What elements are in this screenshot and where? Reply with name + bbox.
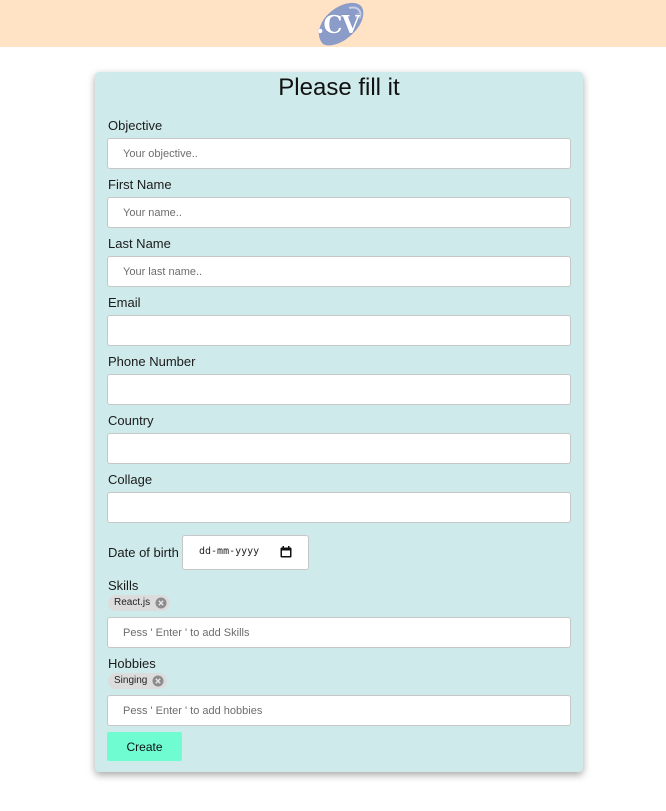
hobby-tag: Singing	[108, 673, 168, 689]
phone-label: Phone Number	[108, 354, 196, 369]
form-body: Please fill it Objective First Name Last…	[95, 0, 583, 811]
hobbies-label: Hobbies	[108, 656, 156, 671]
objective-input[interactable]	[107, 138, 571, 169]
dob-input[interactable]: dd-mm-yyyy	[182, 535, 309, 570]
collage-label: Collage	[108, 472, 153, 487]
objective-label: Objective	[108, 118, 163, 133]
hobby-tag-label: Singing	[114, 675, 148, 686]
email-input[interactable]	[107, 315, 571, 346]
form-title: Please fill it	[278, 74, 400, 101]
skills-input[interactable]	[107, 617, 571, 648]
first-name-input[interactable]	[107, 197, 571, 228]
create-button[interactable]: Create	[107, 732, 182, 761]
hobbies-input[interactable]	[107, 695, 571, 726]
skills-label: Skills	[108, 578, 139, 593]
collage-input[interactable]	[107, 492, 571, 523]
country-label: Country	[108, 413, 154, 428]
skill-tag-label: React.js	[114, 597, 151, 608]
calendar-icon[interactable]	[280, 546, 292, 558]
remove-tag-icon[interactable]	[152, 675, 164, 687]
dob-placeholder: dd-mm-yyyy	[199, 546, 260, 557]
phone-input[interactable]	[107, 374, 571, 405]
dob-label: Date of birth	[108, 545, 179, 560]
email-label: Email	[108, 295, 141, 310]
remove-tag-icon[interactable]	[155, 597, 167, 609]
last-name-input[interactable]	[107, 256, 571, 287]
first-name-label: First Name	[108, 177, 172, 192]
last-name-label: Last Name	[108, 236, 171, 251]
skill-tag: React.js	[108, 595, 171, 611]
country-input[interactable]	[107, 433, 571, 464]
